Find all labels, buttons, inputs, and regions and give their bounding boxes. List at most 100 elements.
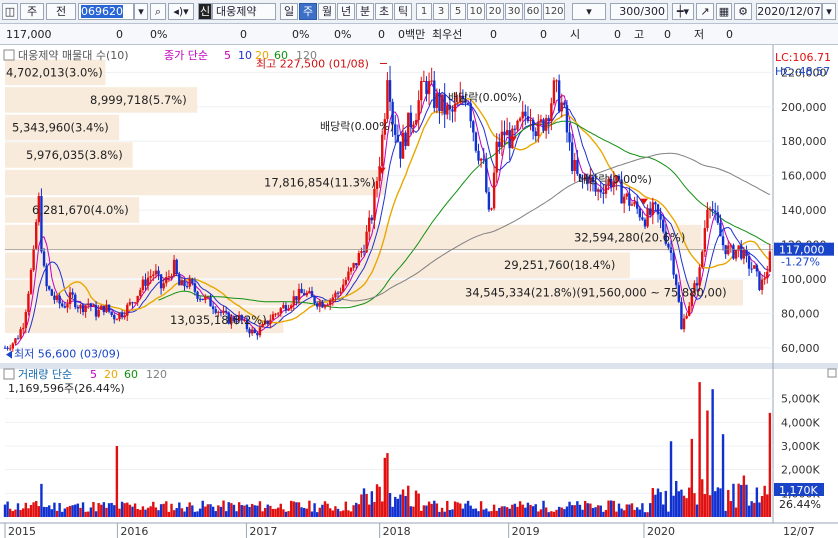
volume-bar — [485, 508, 488, 517]
candle-body — [84, 305, 87, 312]
candle-body — [688, 306, 691, 316]
volume-bar — [534, 504, 537, 517]
stock-chart[interactable]: 60,00080,000100,000120,000140,000160,000… — [0, 45, 838, 538]
period-tab-5[interactable]: 초 — [375, 3, 393, 20]
volume-bar — [638, 509, 641, 517]
period-tab-3[interactable]: 년 — [337, 3, 355, 20]
period-tab-1[interactable]: 주 — [299, 3, 317, 20]
candle-body — [336, 292, 340, 294]
interval-button-10[interactable]: 10 — [467, 3, 485, 20]
candle-body — [453, 103, 457, 112]
calendar-icon[interactable]: ▾ — [822, 3, 836, 20]
volume-bar — [487, 511, 491, 517]
volume-bar — [537, 511, 540, 517]
volume-bar — [599, 505, 602, 517]
interval-button-5[interactable]: 5 — [450, 3, 466, 20]
speaker-icon[interactable]: ◂)▾ — [168, 3, 194, 20]
volume-bar — [35, 500, 38, 517]
volume-bar — [110, 502, 113, 517]
volume-bar — [274, 508, 277, 517]
candle-body — [206, 296, 210, 298]
prefix-select[interactable]: 전 — [46, 3, 76, 20]
drawing-tool-icon[interactable]: ↗ — [696, 3, 714, 20]
candle-body — [438, 93, 441, 112]
dividend-label: 배당락(0.00%) — [448, 91, 522, 104]
grid-icon[interactable]: ▦ — [716, 3, 732, 20]
volume-panel-close-icon[interactable] — [827, 368, 837, 378]
volume-bar — [479, 501, 483, 517]
volume-bar — [472, 508, 475, 517]
code-dropdown-icon[interactable]: ▾ — [134, 3, 148, 20]
window-menu-icon[interactable]: ◫ — [2, 3, 18, 20]
volume-bar — [420, 510, 423, 517]
volume-bar — [339, 511, 342, 517]
candle-body — [287, 308, 290, 311]
candle-body — [469, 103, 472, 122]
candle-body — [308, 291, 311, 293]
candle-body — [55, 295, 59, 300]
volume-bar — [768, 412, 772, 517]
volume-bar — [505, 507, 509, 517]
stock-name: 대웅제약 — [212, 3, 276, 20]
volume-bar — [175, 508, 178, 517]
settings-gear-icon[interactable]: ⚙ — [734, 3, 752, 20]
volume-bar — [136, 508, 139, 517]
volume-bar — [433, 500, 436, 517]
volume-bar — [518, 501, 522, 517]
interval-button-30[interactable]: 30 — [505, 3, 523, 20]
legend-toggle-icon[interactable] — [3, 49, 15, 61]
volume-bar — [370, 491, 374, 517]
interval-button-60[interactable]: 60 — [524, 3, 542, 20]
chart-type-icon[interactable]: ┿▾ — [672, 3, 694, 20]
candle-body — [599, 189, 602, 193]
candle-body — [685, 315, 688, 319]
interval-button-3[interactable]: 3 — [433, 3, 449, 20]
candle-body — [500, 131, 504, 147]
candle-body — [162, 283, 165, 289]
candle-body — [745, 249, 748, 257]
date-input[interactable]: 2020/12/07 — [756, 3, 822, 20]
volume-bar — [157, 510, 160, 517]
candle-body — [698, 267, 701, 286]
candle-body — [747, 256, 751, 269]
stock-code-input[interactable]: 069620 — [78, 3, 134, 20]
volume-tick-label: 5,000K — [781, 393, 820, 406]
volume-bar — [6, 501, 9, 517]
volume-bar — [383, 457, 387, 517]
candle-body — [573, 160, 576, 171]
bar-count-input[interactable]: 300/300 — [610, 3, 668, 20]
period-tab-6[interactable]: 틱 — [394, 3, 412, 20]
interval-button-20[interactable]: 20 — [486, 3, 504, 20]
volume-bar — [232, 504, 236, 517]
candle-body — [368, 217, 371, 232]
candle-body — [701, 251, 704, 268]
candle-body — [45, 265, 48, 287]
interval-button-120[interactable]: 120 — [543, 3, 565, 20]
volume-bar — [521, 504, 524, 517]
volume-bar — [732, 483, 735, 517]
change-value-3: 0 — [378, 28, 385, 41]
period-tab-4[interactable]: 분 — [356, 3, 374, 20]
candle-body — [76, 307, 80, 309]
volume-bar — [583, 500, 587, 517]
interval-dropdown-icon[interactable]: ▾ — [572, 3, 606, 20]
period-tab-2[interactable]: 월 — [318, 3, 336, 20]
volume-bar — [154, 507, 158, 517]
candle-body — [352, 263, 355, 268]
candle-body — [53, 295, 56, 300]
volume-bar — [469, 505, 472, 517]
search-icon[interactable]: ⌕ — [150, 3, 166, 20]
interval-button-1[interactable]: 1 — [416, 3, 432, 20]
volume-bar — [586, 503, 589, 517]
period-tab-0[interactable]: 일 — [280, 3, 298, 20]
volume-bar — [474, 508, 478, 517]
candle-body — [266, 320, 269, 324]
candle-body — [635, 201, 639, 209]
volume-bar — [336, 508, 340, 517]
volume-legend-toggle-icon[interactable] — [3, 368, 15, 380]
candle-body — [29, 270, 33, 294]
volume-bar — [250, 503, 254, 517]
lc-label: LC:106.71 — [775, 51, 831, 64]
market-type-select[interactable]: 주 — [20, 3, 44, 20]
candle-body — [331, 297, 335, 301]
